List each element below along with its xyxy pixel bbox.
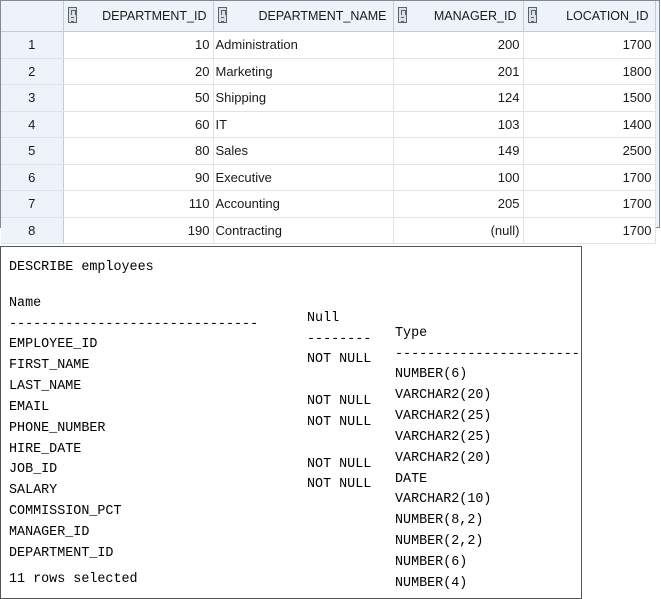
cell-manager-id[interactable]: 149 (393, 137, 524, 165)
table-row[interactable]: 3 50 Shipping 124 1500 (1, 84, 656, 112)
cell-manager-id[interactable]: 205 (393, 190, 524, 218)
cell-location-id[interactable]: 1700 (523, 217, 656, 244)
cell-location-id[interactable]: 1700 (523, 190, 656, 218)
row-number: 4 (1, 111, 64, 138)
cell-department-name[interactable]: Shipping (213, 84, 394, 112)
column-header-manager-id[interactable]: MANAGER_ID (393, 1, 524, 32)
cell-manager-id[interactable]: 200 (393, 31, 524, 59)
sort-icon[interactable] (397, 7, 407, 23)
cell-department-id[interactable]: 110 (63, 190, 214, 218)
cell-manager-id[interactable]: 124 (393, 84, 524, 112)
cell-department-name[interactable]: IT (213, 111, 394, 138)
cell-department-name[interactable]: Administration (213, 31, 394, 59)
cell-location-id[interactable]: 1800 (523, 58, 656, 85)
result-table: DEPARTMENT_ID DEPARTMENT_NAME MANAGER_ID… (1, 1, 656, 244)
describe-command: DESCRIBE employees (9, 260, 154, 275)
cell-manager-id[interactable]: 201 (393, 58, 524, 85)
describe-row: DEPARTMENT_ID NUMBER(4) (9, 531, 579, 598)
table-row[interactable]: 2 20 Marketing 201 1800 (1, 58, 656, 85)
cell-department-name[interactable]: Marketing (213, 58, 394, 85)
row-number: 1 (1, 31, 64, 59)
cell-department-id[interactable]: 20 (63, 58, 214, 85)
column-header-department-id[interactable]: DEPARTMENT_ID (63, 1, 214, 32)
cell-department-id[interactable]: 190 (63, 217, 214, 244)
cell-department-name[interactable]: Executive (213, 164, 394, 191)
table-row[interactable]: 7 110 Accounting 205 1700 (1, 190, 656, 218)
table-row[interactable]: 6 90 Executive 100 1700 (1, 164, 656, 191)
row-number: 2 (1, 58, 64, 85)
cell-location-id[interactable]: 1700 (523, 31, 656, 59)
cell-manager-id[interactable]: 103 (393, 111, 524, 138)
cell-department-id[interactable]: 50 (63, 84, 214, 112)
sort-icon[interactable] (527, 7, 537, 23)
table-row[interactable]: 1 10 Administration 200 1700 (1, 31, 656, 59)
describe-output-panel: DESCRIBE employees Name Null Type ------… (0, 246, 582, 599)
cell-location-id[interactable]: 2500 (523, 137, 656, 165)
row-number: 7 (1, 190, 64, 218)
row-number: 8 (1, 217, 64, 244)
rows-selected-footer: 11 rows selected (9, 572, 138, 587)
cell-department-name[interactable]: Accounting (213, 190, 394, 218)
cell-location-id[interactable]: 1400 (523, 111, 656, 138)
row-number: 5 (1, 137, 64, 165)
column-type: NUMBER(4) (395, 576, 468, 591)
query-result-grid: DEPARTMENT_ID DEPARTMENT_NAME MANAGER_ID… (0, 0, 660, 244)
column-header-location-id[interactable]: LOCATION_ID (523, 1, 656, 32)
row-number: 3 (1, 84, 64, 112)
cell-department-id[interactable]: 80 (63, 137, 214, 165)
cell-department-name[interactable]: Sales (213, 137, 394, 165)
table-row[interactable]: 8 190 Contracting (null) 1700 (1, 217, 656, 244)
cell-department-id[interactable]: 60 (63, 111, 214, 138)
cell-manager-id[interactable]: (null) (393, 217, 524, 244)
cell-location-id[interactable]: 1700 (523, 164, 656, 191)
column-header-department-name[interactable]: DEPARTMENT_NAME (213, 1, 394, 32)
row-number: 6 (1, 164, 64, 191)
cell-department-id[interactable]: 90 (63, 164, 214, 191)
column-name: DEPARTMENT_ID (9, 546, 114, 561)
header-row: DEPARTMENT_ID DEPARTMENT_NAME MANAGER_ID… (1, 1, 656, 32)
row-number-header (1, 1, 64, 32)
cell-department-id[interactable]: 10 (63, 31, 214, 59)
cell-manager-id[interactable]: 100 (393, 164, 524, 191)
sort-icon[interactable] (67, 7, 77, 23)
cell-location-id[interactable]: 1500 (523, 84, 656, 112)
cell-department-name[interactable]: Contracting (213, 217, 394, 244)
table-row[interactable]: 5 80 Sales 149 2500 (1, 137, 656, 165)
sort-icon[interactable] (217, 7, 227, 23)
table-row[interactable]: 4 60 IT 103 1400 (1, 111, 656, 138)
